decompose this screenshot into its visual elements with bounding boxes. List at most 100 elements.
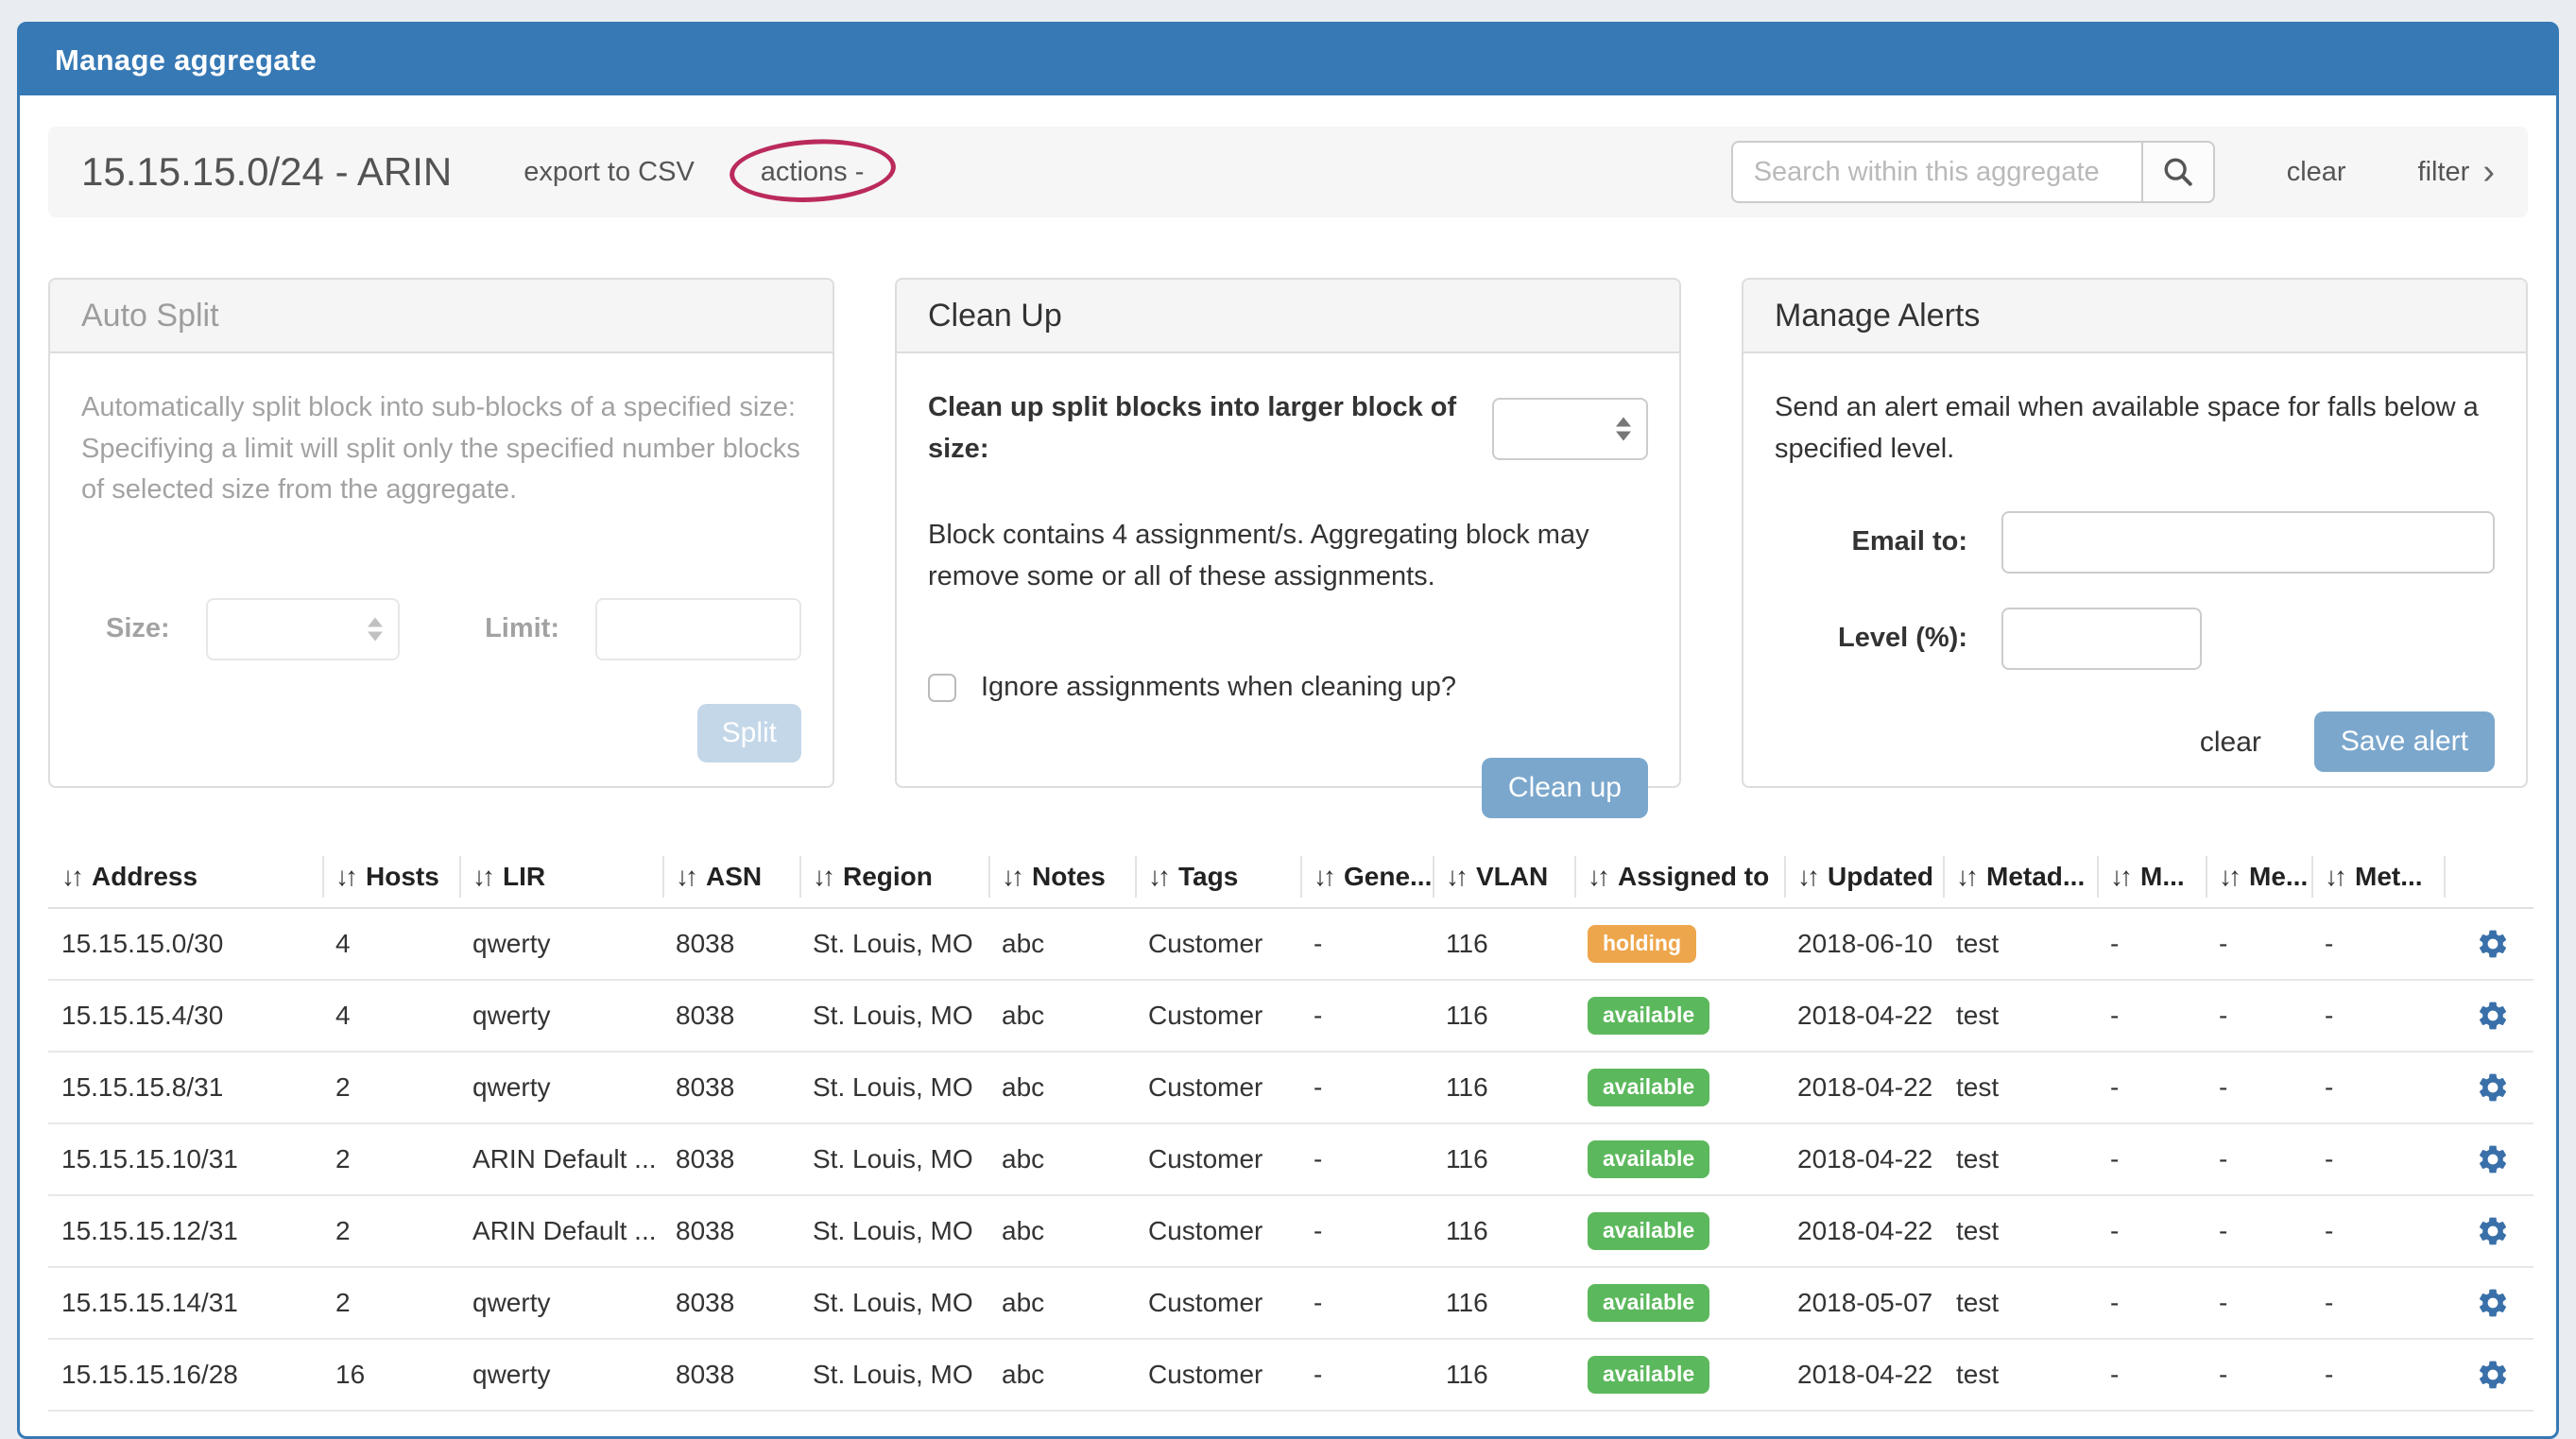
limit-input[interactable] xyxy=(595,598,801,660)
aggregate-toolbar: 15.15.15.0/24 - ARIN export to CSV actio… xyxy=(48,127,2528,217)
table-row: 15.15.15.16/2816qwerty8038St. Louis, MOa… xyxy=(48,1339,2533,1411)
cell-lir: ARIN Default ... xyxy=(459,1123,662,1195)
gear-icon[interactable] xyxy=(2476,1214,2510,1248)
cell-updated: 2018-06-10 xyxy=(1784,908,1943,980)
cell-vlan: 116 xyxy=(1433,1339,1574,1411)
clear-filter-link[interactable]: clear xyxy=(2287,157,2346,188)
filter-link[interactable]: filter › xyxy=(2418,154,2495,190)
select-caret-icon xyxy=(1616,417,1631,440)
column-header-hosts[interactable]: ↓↑Hosts xyxy=(322,847,459,908)
column-header-region[interactable]: ↓↑ Region xyxy=(799,847,988,908)
clean-up-size-select[interactable] xyxy=(1492,398,1648,460)
cell-asn: 8038 xyxy=(662,1195,799,1267)
status-badge: available xyxy=(1588,1212,1709,1250)
table-body: 15.15.15.0/304qwerty8038St. Louis, MOabc… xyxy=(48,908,2533,1411)
cell-metad: test xyxy=(1943,1267,2097,1339)
column-header-gene[interactable]: ↓↑Gene... xyxy=(1300,847,1433,908)
gear-icon[interactable] xyxy=(2476,1358,2510,1392)
actions-dropdown[interactable]: actions - xyxy=(761,157,865,188)
status-badge: available xyxy=(1588,997,1709,1035)
size-select[interactable] xyxy=(206,598,400,660)
cell-assigned-to: available xyxy=(1574,1123,1784,1195)
column-label: Tags xyxy=(1178,862,1238,891)
ignore-assignments-checkbox[interactable] xyxy=(928,674,956,702)
gear-icon[interactable] xyxy=(2476,999,2510,1033)
auto-split-form: Size: Limit: xyxy=(81,598,801,660)
column-header-tags[interactable]: ↓↑Tags xyxy=(1135,847,1300,908)
email-input[interactable] xyxy=(2001,511,2495,574)
column-label: Region xyxy=(843,862,933,891)
column-header-vlan[interactable]: ↓↑VLAN xyxy=(1433,847,1574,908)
sort-icon: ↓↑ xyxy=(2219,862,2238,891)
aggregate-title: 15.15.15.0/24 - ARIN xyxy=(81,149,452,195)
cell-me: - xyxy=(2206,1195,2311,1267)
cell-region: St. Louis, MO xyxy=(799,1267,988,1339)
cell-lir: ARIN Default ... xyxy=(459,1195,662,1267)
sort-icon: ↓↑ xyxy=(2325,862,2344,891)
table-row: 15.15.15.0/304qwerty8038St. Louis, MOabc… xyxy=(48,908,2533,980)
status-badge: available xyxy=(1588,1356,1709,1394)
email-row: Email to: xyxy=(1775,511,2495,574)
alert-clear-link[interactable]: clear xyxy=(2200,721,2261,763)
manage-alerts-heading: Manage Alerts xyxy=(1743,280,2526,353)
email-label: Email to: xyxy=(1775,522,2001,563)
cell-region: St. Louis, MO xyxy=(799,1339,988,1411)
column-label: Metad... xyxy=(1986,862,2085,891)
column-header-lir[interactable]: ↓↑LIR xyxy=(459,847,662,908)
cell-metad: test xyxy=(1943,980,2097,1052)
cell-row-settings xyxy=(2444,1123,2533,1195)
level-input[interactable] xyxy=(2001,608,2202,670)
cell-gene: - xyxy=(1300,980,1433,1052)
column-header-address[interactable]: ↓↑Address xyxy=(48,847,322,908)
cell-vlan: 116 xyxy=(1433,1195,1574,1267)
save-alert-button[interactable]: Save alert xyxy=(2314,711,2495,772)
action-cards: Auto Split Automatically split block int… xyxy=(48,278,2528,788)
cell-notes: abc xyxy=(988,1267,1135,1339)
auto-split-description: Automatically split block into sub-block… xyxy=(81,387,801,511)
cell-row-settings xyxy=(2444,1339,2533,1411)
cell-address: 15.15.15.12/31 xyxy=(48,1195,322,1267)
clean-up-button[interactable]: Clean up xyxy=(1482,758,1648,818)
sort-icon: ↓↑ xyxy=(676,862,695,891)
gear-icon[interactable] xyxy=(2476,1071,2510,1105)
cell-tags: Customer xyxy=(1135,1339,1300,1411)
cell-row-settings xyxy=(2444,980,2533,1052)
cell-me: - xyxy=(2206,1267,2311,1339)
cell-met: - xyxy=(2311,980,2444,1052)
cell-m: - xyxy=(2097,1123,2206,1195)
gear-icon[interactable] xyxy=(2476,927,2510,961)
column-header-row-actions xyxy=(2444,847,2533,908)
column-header-me[interactable]: ↓↑Me... xyxy=(2206,847,2311,908)
manage-alerts-title: Manage Alerts xyxy=(1775,298,1980,334)
cell-me: - xyxy=(2206,1339,2311,1411)
status-badge: available xyxy=(1588,1284,1709,1322)
gear-icon[interactable] xyxy=(2476,1286,2510,1320)
cell-row-settings xyxy=(2444,1195,2533,1267)
gear-icon[interactable] xyxy=(2476,1142,2510,1176)
cell-notes: abc xyxy=(988,908,1135,980)
column-header-m[interactable]: ↓↑M... xyxy=(2097,847,2206,908)
table-row: 15.15.15.14/312qwerty8038St. Louis, MOab… xyxy=(48,1267,2533,1339)
limit-label: Limit: xyxy=(485,608,559,650)
cell-region: St. Louis, MO xyxy=(799,980,988,1052)
table-header-row: ↓↑Address↓↑Hosts↓↑LIR↓↑ASN↓↑Region↓↑Note… xyxy=(48,847,2533,908)
split-button[interactable]: Split xyxy=(697,704,801,762)
cell-hosts: 2 xyxy=(322,1267,459,1339)
blocks-table: ↓↑Address↓↑Hosts↓↑LIR↓↑ASN↓↑Region↓↑Note… xyxy=(48,847,2533,1412)
cell-hosts: 16 xyxy=(322,1339,459,1411)
column-header-met[interactable]: ↓↑Met... xyxy=(2311,847,2444,908)
column-header-updated[interactable]: ↓↑Updated xyxy=(1784,847,1943,908)
column-header-notes[interactable]: ↓↑Notes xyxy=(988,847,1135,908)
column-header-asn[interactable]: ↓↑ASN xyxy=(662,847,799,908)
export-csv-link[interactable]: export to CSV xyxy=(524,157,695,188)
column-header-assigned-to[interactable]: ↓↑Assigned to xyxy=(1574,847,1784,908)
cell-assigned-to: available xyxy=(1574,980,1784,1052)
search-button[interactable] xyxy=(2143,141,2215,203)
column-label: M... xyxy=(2140,862,2185,891)
column-header-metad[interactable]: ↓↑Metad... xyxy=(1943,847,2097,908)
search-input[interactable] xyxy=(1731,141,2143,203)
cell-asn: 8038 xyxy=(662,1123,799,1195)
cell-region: St. Louis, MO xyxy=(799,908,988,980)
cell-metad: test xyxy=(1943,1339,2097,1411)
sort-icon: ↓↑ xyxy=(813,862,832,891)
